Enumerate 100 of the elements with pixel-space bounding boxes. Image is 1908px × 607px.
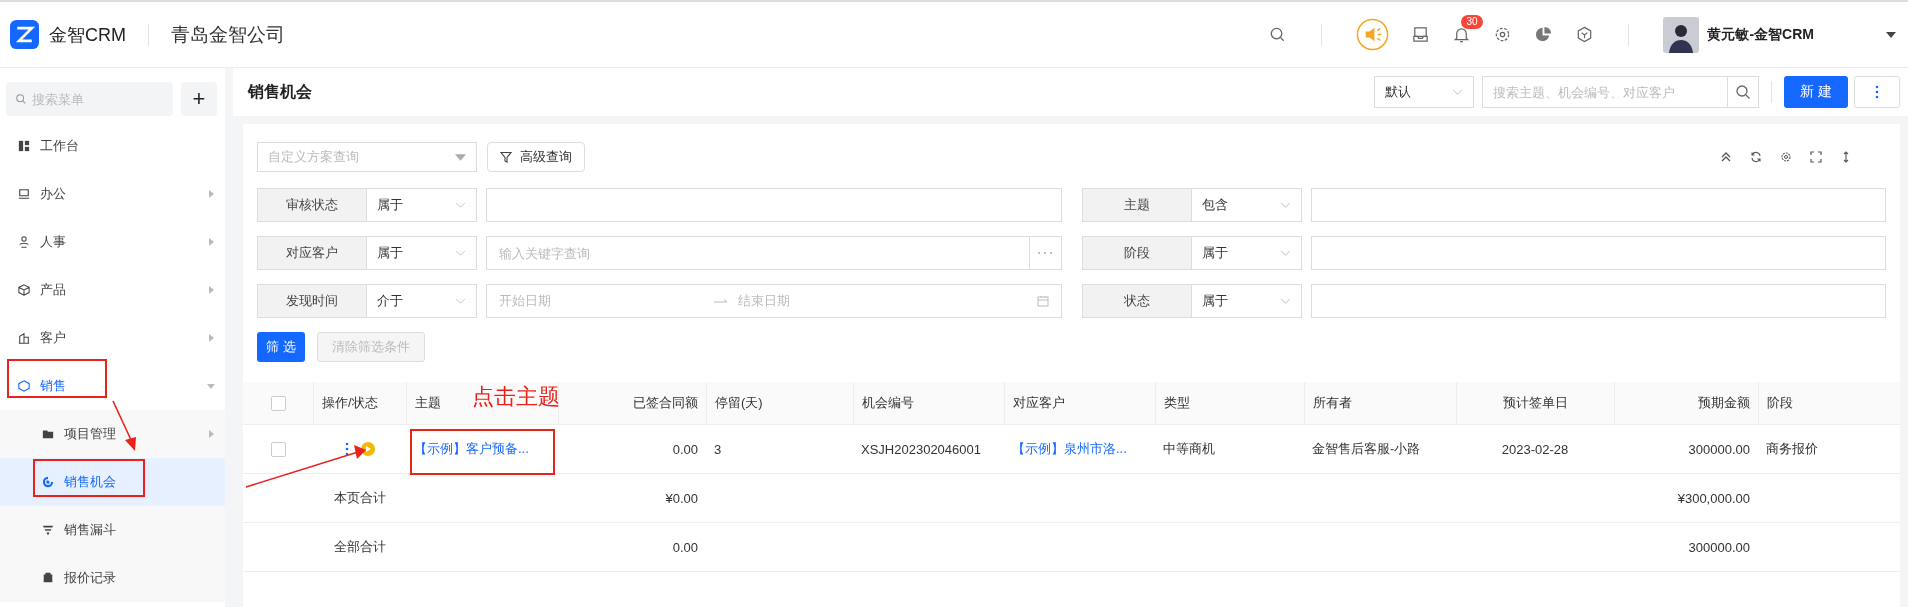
table-cell: ¥300,000.00: [1677, 490, 1750, 506]
view-select[interactable]: 默认: [1374, 76, 1474, 108]
chevron-down-icon: [455, 297, 466, 305]
filter-input[interactable]: 输入关键字查询: [486, 236, 1030, 270]
menu-icon: [42, 524, 54, 536]
caret-icon: [455, 153, 466, 161]
filter-label: 阶段: [1081, 236, 1192, 270]
operator-select[interactable]: 属于: [367, 188, 477, 222]
operator-select[interactable]: 属于: [1191, 284, 1302, 318]
total-label: 本页合计: [333, 489, 386, 507]
menu-icon: [18, 332, 30, 344]
filter-input[interactable]: [1310, 284, 1886, 318]
menu-icon: [42, 572, 54, 584]
filter-input[interactable]: [486, 188, 1062, 222]
add-button[interactable]: +: [181, 82, 217, 116]
new-button[interactable]: 新 建: [1784, 76, 1848, 108]
table-cell: 金智售后客服-小路: [1312, 440, 1421, 458]
chevron-down-icon: [1452, 88, 1463, 96]
table-cell: 0.00: [672, 441, 698, 457]
menu-icon: [42, 476, 54, 488]
filter-label: 审核状态: [257, 188, 367, 222]
table-cell: XSJH202302046001: [861, 441, 981, 457]
menu-item[interactable]: 销售: [0, 362, 225, 410]
filter-label: 对应客户: [257, 236, 367, 270]
filter-icon: [500, 151, 512, 163]
filter-label: 发现时间: [257, 284, 367, 318]
menu-item[interactable]: 产品: [0, 266, 225, 314]
customer-link[interactable]: 【示例】泉州市洛...: [1012, 440, 1127, 458]
menu-icon: [18, 236, 30, 248]
column-header: 预计签单日: [1503, 394, 1568, 412]
menu-icon: [18, 140, 30, 152]
settings-icon[interactable]: [1780, 151, 1792, 163]
table-cell: 0.00: [672, 539, 698, 555]
operator-select[interactable]: 属于: [1191, 236, 1302, 270]
menu-item[interactable]: 报价记录: [0, 554, 225, 602]
brand-name: 金智CRM: [49, 23, 126, 47]
total-label: 全部合计: [333, 538, 386, 556]
logo-icon: [10, 20, 39, 49]
row-checkbox[interactable]: [270, 441, 286, 457]
column-header: 预期金额: [1698, 394, 1750, 412]
filter-label: 主题: [1081, 188, 1192, 222]
select-all-checkbox[interactable]: [270, 395, 286, 411]
filter-label: 状态: [1081, 284, 1192, 318]
more-icon[interactable]: [344, 442, 349, 456]
column-header: 所有者: [1313, 394, 1352, 412]
menu-icon: [18, 188, 30, 200]
search-button[interactable]: [1727, 76, 1759, 108]
column-header: 操作/状态: [322, 394, 378, 412]
table-cell: 商务报价: [1766, 440, 1818, 458]
chevron-down-icon: [1279, 249, 1291, 257]
more-icon: [1875, 85, 1879, 99]
menu-search-field[interactable]: 搜索菜单: [6, 82, 173, 116]
table-cell: 2023-02-28: [1501, 441, 1569, 457]
menu-item[interactable]: 项目管理: [0, 410, 225, 458]
pie-chart-icon[interactable]: [1534, 25, 1554, 44]
chevron-down-icon: [1279, 297, 1291, 305]
collapse-icon[interactable]: [1720, 151, 1732, 163]
subject-link[interactable]: 【示例】客户预备...: [414, 440, 529, 458]
advanced-query-button[interactable]: 高级查询: [487, 142, 585, 172]
filter-button[interactable]: 筛 选: [257, 332, 305, 362]
column-header: 停留(天): [715, 394, 763, 412]
search-icon: [1735, 84, 1751, 100]
menu-item[interactable]: 客户: [0, 314, 225, 362]
user-name[interactable]: 黄元敏-金智CRM: [1707, 25, 1814, 44]
table-cell: ¥0.00: [665, 490, 698, 506]
filter-input[interactable]: [1310, 236, 1886, 270]
filter-input[interactable]: [1310, 188, 1886, 222]
page-title: 销售机会: [248, 81, 312, 102]
menu-item[interactable]: 人事: [0, 218, 225, 266]
avatar[interactable]: [1663, 16, 1700, 53]
refresh-icon[interactable]: [1750, 151, 1762, 163]
table-cell: 300000.00: [1688, 441, 1750, 457]
search-icon: [15, 93, 27, 105]
company-name: 青岛金智公司: [171, 22, 285, 47]
operator-select[interactable]: 属于: [367, 236, 477, 270]
more-icon: [1037, 251, 1053, 255]
arrow-icon: [714, 298, 728, 304]
search-field[interactable]: 搜索主题、机会编号、对应客户: [1482, 76, 1727, 108]
menu-item[interactable]: 销售机会: [0, 458, 225, 506]
menu-item[interactable]: 办公: [0, 170, 225, 218]
caret-icon[interactable]: [1886, 31, 1896, 38]
chevron-down-icon: [455, 249, 466, 257]
table-cell: 3: [714, 441, 722, 457]
menu-icon: [42, 428, 54, 440]
menu-item[interactable]: 工作台: [0, 122, 225, 170]
notification-badge: 30: [1461, 15, 1483, 29]
calendar-icon: [1036, 295, 1049, 307]
column-header: 对应客户: [1013, 394, 1065, 412]
chevron-down-icon: [1279, 201, 1291, 209]
table-cell: 300000.00: [1688, 539, 1750, 555]
menu-item[interactable]: 销售漏斗: [0, 506, 225, 554]
column-header: 主题: [415, 394, 441, 412]
column-header: 阶段: [1767, 394, 1793, 412]
table-cell: 中等商机: [1163, 440, 1215, 458]
menu-icon: [18, 380, 30, 392]
fullscreen-icon[interactable]: [1810, 151, 1822, 163]
inbox-icon[interactable]: [1411, 25, 1431, 44]
operator-select[interactable]: 包含: [1191, 188, 1302, 222]
operator-select[interactable]: 介于: [367, 284, 477, 318]
column-header: 机会编号: [862, 394, 914, 412]
